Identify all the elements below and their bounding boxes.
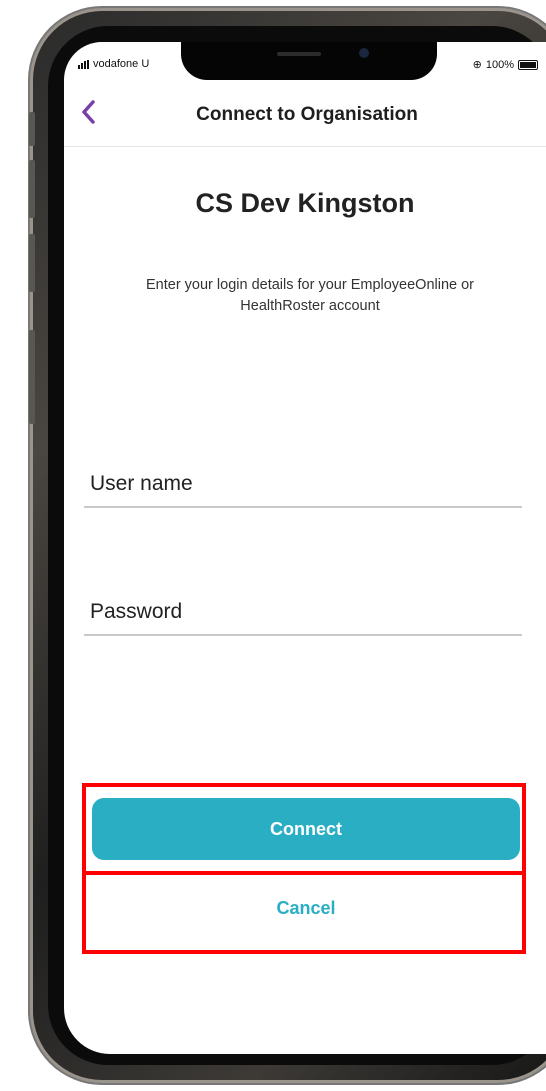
battery-percentage: 100%: [485, 58, 514, 71]
login-instructions: Enter your login details for your Employ…: [145, 277, 475, 314]
volume-down-button: [29, 234, 35, 292]
username-input[interactable]: [90, 472, 522, 496]
organisation-name: CS Dev Kingston: [195, 188, 415, 218]
navigation-bar: Connect to Organisation: [64, 88, 546, 147]
connect-button[interactable]: Connect: [92, 798, 520, 860]
cancel-button[interactable]: Cancel: [92, 878, 520, 938]
username-field: [84, 458, 522, 508]
silent-switch: [29, 112, 35, 146]
device-stage: vodafone U ⊕ 100% Connect to Organisatio…: [0, 0, 546, 1091]
page-title: Connect to Organisation: [196, 104, 418, 125]
signal-icon: [78, 59, 89, 69]
front-camera: [359, 48, 369, 58]
earpiece-speaker: [277, 52, 321, 56]
password-input[interactable]: [90, 600, 522, 624]
carrier-name: vodafone U: [93, 58, 150, 70]
status-bar-left: vodafone U: [78, 58, 149, 70]
power-button: [29, 330, 35, 424]
volume-up-button: [29, 160, 35, 218]
status-bar-right: ⊕ 100%: [473, 58, 538, 71]
phone-screen: vodafone U ⊕ 100% Connect to Organisatio…: [64, 42, 546, 1054]
orientation-lock-icon: ⊕: [472, 59, 482, 71]
notch: [181, 42, 437, 80]
battery-icon: [518, 59, 538, 70]
password-field: [84, 586, 522, 636]
